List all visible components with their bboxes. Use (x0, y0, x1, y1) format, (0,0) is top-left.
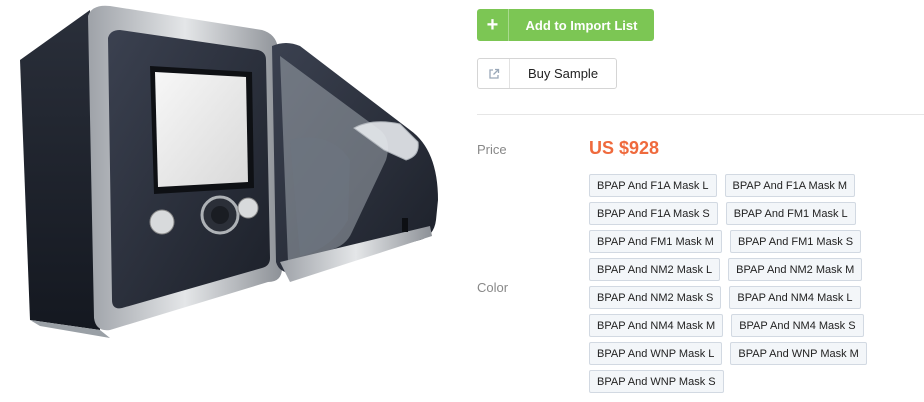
color-option-row: BPAP And NM2 Mask S BPAP And NM4 Mask L (589, 286, 924, 309)
color-option-row: BPAP And F1A Mask L BPAP And F1A Mask M (589, 174, 924, 197)
product-info-panel: + Add to Import List Buy Sample Price US… (477, 0, 924, 402)
color-option[interactable]: BPAP And NM4 Mask S (731, 314, 864, 337)
color-label: Color (477, 280, 509, 295)
color-option[interactable]: BPAP And NM4 Mask L (729, 286, 861, 309)
color-option-row: BPAP And F1A Mask S BPAP And FM1 Mask L (589, 202, 924, 225)
color-option-row: BPAP And NM4 Mask M BPAP And NM4 Mask S (589, 314, 924, 337)
color-option[interactable]: BPAP And NM2 Mask M (728, 258, 863, 281)
buy-sample-button[interactable]: Buy Sample (477, 58, 617, 89)
add-to-import-list-label: Add to Import List (525, 17, 638, 33)
color-option[interactable]: BPAP And F1A Mask S (589, 202, 718, 225)
color-option[interactable]: BPAP And FM1 Mask S (729, 230, 862, 253)
add-to-import-list-button[interactable]: + Add to Import List (477, 9, 654, 41)
color-option[interactable]: BPAP And FM1 Mask M (589, 230, 722, 253)
color-options: BPAP And F1A Mask L BPAP And F1A Mask M … (589, 174, 924, 398)
price-label: Price (477, 142, 507, 157)
color-option-row: BPAP And FM1 Mask M BPAP And FM1 Mask S (589, 230, 924, 253)
color-option-row: BPAP And NM2 Mask L BPAP And NM2 Mask M (589, 258, 924, 281)
color-option-row: BPAP And WNP Mask L BPAP And WNP Mask M (589, 342, 924, 365)
color-option[interactable]: BPAP And WNP Mask L (589, 342, 723, 365)
product-image (0, 0, 462, 402)
color-option[interactable]: BPAP And NM4 Mask M (589, 314, 724, 337)
color-option[interactable]: BPAP And WNP Mask S (589, 370, 724, 393)
color-option[interactable]: BPAP And NM2 Mask S (589, 286, 722, 309)
buy-sample-label: Buy Sample (527, 66, 599, 81)
price-value: US $928 (589, 138, 660, 158)
color-option[interactable]: BPAP And F1A Mask L (589, 174, 717, 197)
color-option-row: BPAP And WNP Mask S (589, 370, 924, 393)
color-option[interactable]: BPAP And NM2 Mask L (589, 258, 721, 281)
color-option[interactable]: BPAP And WNP Mask M (730, 342, 867, 365)
color-option[interactable]: BPAP And F1A Mask M (724, 174, 856, 197)
section-divider (477, 114, 924, 115)
color-option[interactable]: BPAP And FM1 Mask L (725, 202, 856, 225)
plus-icon: + (477, 9, 509, 41)
external-link-icon (478, 59, 510, 88)
